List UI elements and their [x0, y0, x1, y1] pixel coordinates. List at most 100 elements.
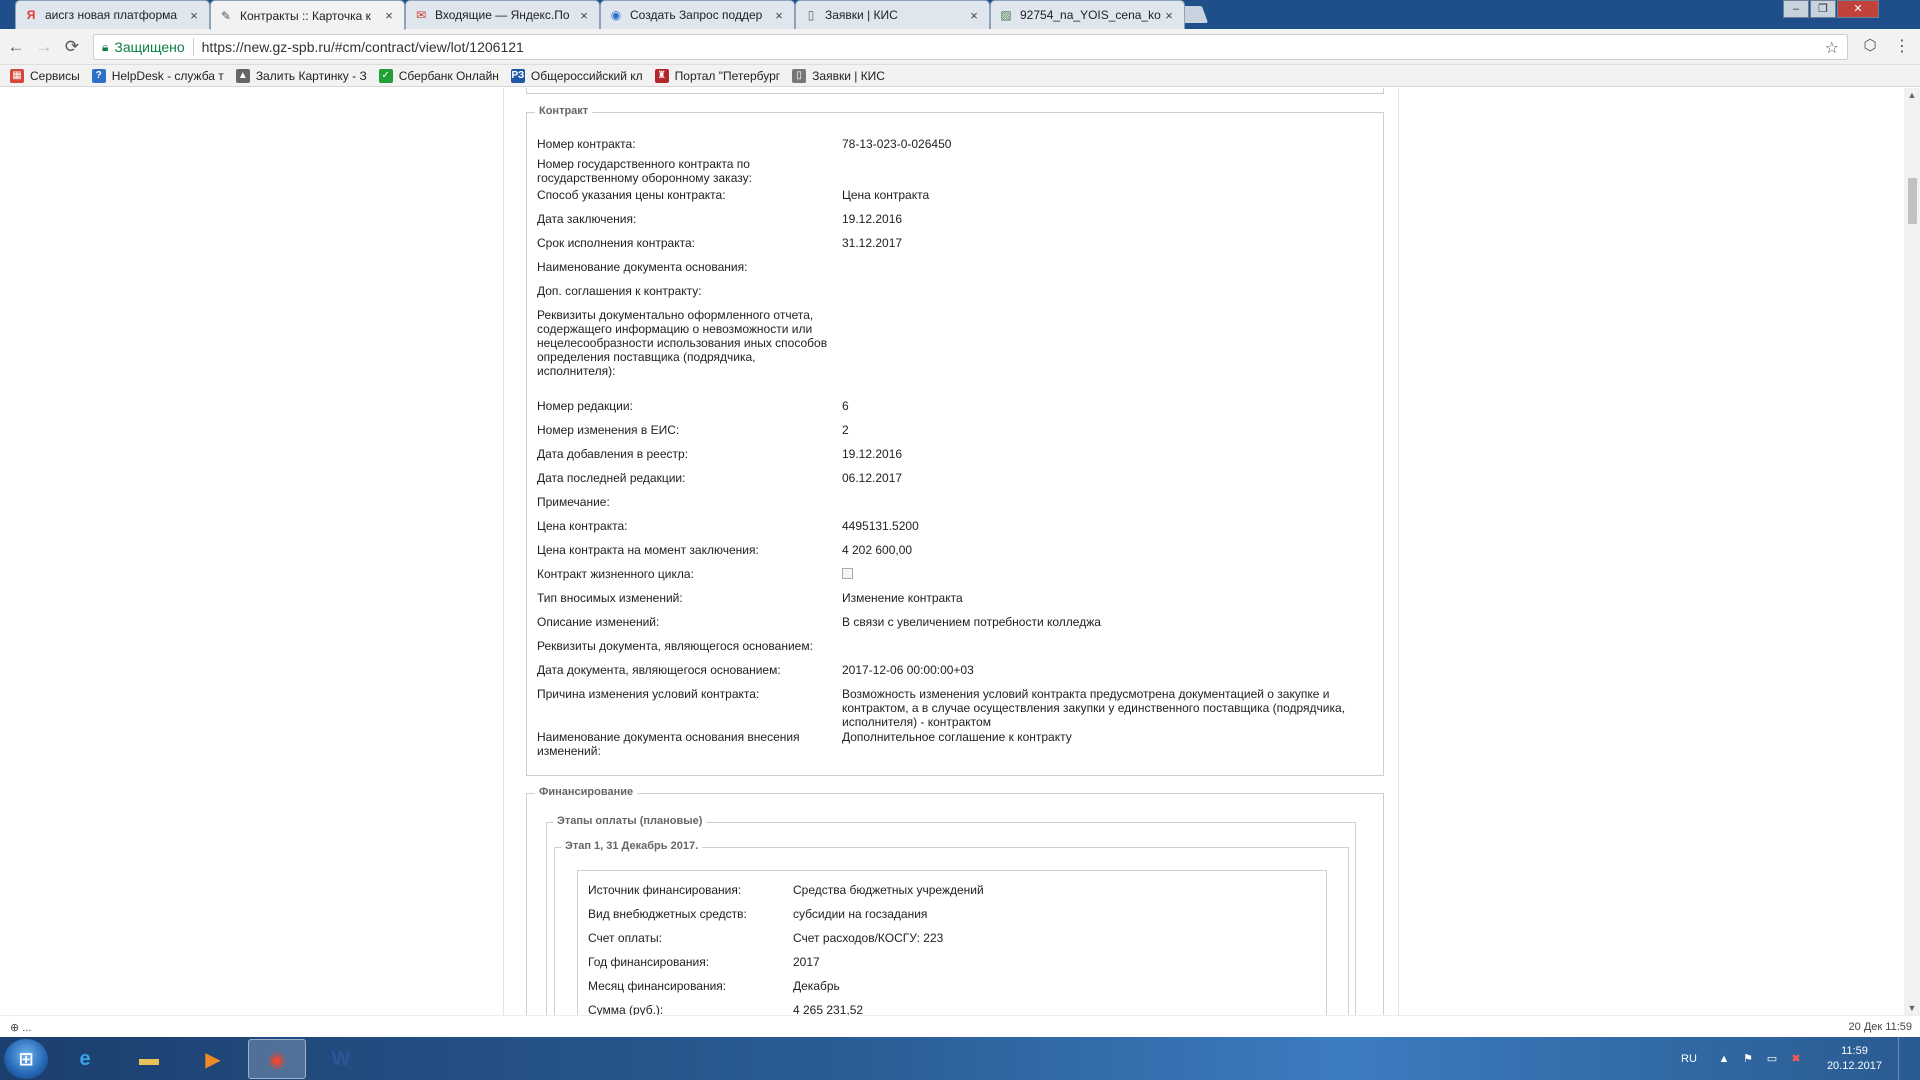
field-value: Возможность изменения условий контракта …: [842, 687, 1346, 729]
field-label: Цена контракта на момент заключения:: [537, 543, 759, 557]
tab-5[interactable]: ▨ 92754_na_YOIS_cena_ko ×: [990, 0, 1185, 29]
lifecycle-checkbox[interactable]: [842, 568, 853, 579]
close-window-button[interactable]: ✕: [1837, 0, 1879, 18]
field-label: Номер редакции:: [537, 399, 633, 413]
start-button[interactable]: ⊞: [4, 1039, 48, 1079]
field-label: Месяц финансирования:: [588, 979, 727, 993]
separator: [192, 38, 194, 56]
back-button[interactable]: ←: [6, 37, 26, 57]
media-player-icon[interactable]: ▶: [184, 1039, 242, 1079]
bookmark-star-icon[interactable]: ☆: [1825, 38, 1839, 58]
tab-3[interactable]: ◉ Создать Запрос поддер ×: [600, 0, 795, 29]
status-right-text: 20 Дек 11:59: [1848, 1021, 1912, 1033]
page-viewport: Контракт Номер контракта: 78-13-023-0-026…: [0, 88, 1904, 1015]
tab-strip: – ❐ ✕ Яаисгз новая платформа × ✎ Контракты …: [0, 0, 1920, 30]
show-desktop-button[interactable]: [1898, 1037, 1910, 1080]
network-icon[interactable]: ▭: [1765, 1052, 1779, 1065]
coat-of-arms-icon: ♜: [654, 68, 669, 83]
scroll-thumb[interactable]: [1908, 178, 1917, 224]
field-value: Дополнительное соглашение к контракту: [842, 730, 1072, 744]
forward-button[interactable]: →: [34, 37, 54, 57]
field-label: Доп. соглашения к контракту:: [537, 284, 702, 298]
image-icon: ▨: [1000, 8, 1012, 22]
page-scrollbar[interactable]: ▲ ▼: [1904, 88, 1920, 1015]
field-label: Сумма (руб.):: [588, 1003, 664, 1015]
tab-close-icon[interactable]: ×: [382, 8, 396, 23]
scroll-down-icon[interactable]: ▼: [1904, 1001, 1920, 1015]
secure-label: Защищено: [114, 39, 185, 55]
bookmark-item[interactable]: РЗ Общероссийский кл: [510, 68, 643, 83]
tools-icon: ✎: [220, 8, 232, 23]
contract-row: Тип вносимых изменений: Изменение контрак…: [537, 591, 1377, 605]
field-label: Цена контракта:: [537, 519, 628, 533]
payment-stages-fieldset: Этапы оплаты (плановые) Этап 1, 31 Декаб…: [546, 815, 1356, 1015]
contract-row: Наименование документа основания:: [537, 260, 1377, 274]
contract-row: Способ указания цены контракта: Цена конт…: [537, 188, 1377, 202]
field-label: Срок исполнения контракта:: [537, 236, 695, 250]
chrome-icon[interactable]: ◉: [248, 1039, 306, 1079]
field-label: Наименование документа основания внесени…: [537, 730, 800, 758]
ie-icon[interactable]: e: [56, 1039, 114, 1079]
field-value: 4 202 600,00: [842, 543, 913, 557]
contract-row: Номер контракта: 78-13-023-0-026450: [537, 137, 1377, 151]
bookmark-item[interactable]: ♜ Портал "Петербург: [654, 68, 780, 83]
url-text: https://new.gz-spb.ru/#cm/contract/view/…: [201, 39, 524, 55]
contract-row: Доп. соглашения к контракту:: [537, 284, 1377, 298]
mail-icon: ✉: [415, 8, 427, 22]
field-label: Тип вносимых изменений:: [537, 591, 683, 605]
tab-2[interactable]: ✉ Входящие — Яндекс.По ×: [405, 0, 600, 29]
tab-close-icon[interactable]: ×: [967, 8, 981, 23]
field-label: Наименование документа основания:: [537, 260, 748, 274]
contract-row: Номер государственного контракта по госу…: [537, 157, 1377, 185]
maximize-button[interactable]: ❐: [1810, 0, 1836, 18]
tab-close-icon[interactable]: ×: [772, 8, 786, 23]
stage-fieldset: Этап 1, 31 Декабрь 2017. Источник финанс…: [554, 840, 1349, 1015]
word-icon[interactable]: W: [312, 1039, 370, 1079]
volume-muted-icon[interactable]: ✖: [1789, 1052, 1803, 1065]
toolbar: ← → ⟳ 🔒︎ Защищено https://new.gz-spb.ru/…: [0, 29, 1920, 65]
field-label: Контракт жизненного цикла:: [537, 567, 694, 581]
page-icon: ▯: [807, 8, 815, 22]
contract-row: Срок исполнения контракта: 31.12.2017: [537, 236, 1377, 250]
yandex-icon: Я: [26, 8, 36, 22]
field-label: Номер изменения в ЕИС:: [537, 423, 680, 437]
contract-row: Дата последней редакции: 06.12.2017: [537, 471, 1377, 485]
financing-row: Счет оплаты: Счет расходов/КОСГУ: 223: [588, 931, 1318, 945]
bookmark-item[interactable]: ? HelpDesk - служба т: [91, 68, 224, 83]
classifier-icon: РЗ: [510, 68, 525, 83]
chrome-menu-icon[interactable]: ⋮: [1894, 36, 1910, 56]
tab-label: Заявки | КИС: [825, 8, 898, 22]
tab-0[interactable]: Яаисгз новая платформа ×: [15, 0, 210, 29]
tab-close-icon[interactable]: ×: [577, 8, 591, 23]
scroll-up-icon[interactable]: ▲: [1904, 88, 1920, 102]
tab-close-icon[interactable]: ×: [1162, 8, 1176, 23]
action-center-flag-icon[interactable]: ⚑: [1741, 1052, 1755, 1065]
explorer-folder-icon[interactable]: ▬: [120, 1039, 178, 1079]
bookmark-item[interactable]: ▲ Залить Картинку - З: [235, 68, 367, 83]
contract-row: Цена контракта на момент заключения: 4 20…: [537, 543, 1377, 557]
field-label: Реквизиты документально оформленного отч…: [537, 308, 828, 378]
clock[interactable]: 11:59 20.12.2017: [1827, 1044, 1882, 1074]
payment-stages-legend: Этапы оплаты (плановые): [553, 815, 707, 827]
address-bar[interactable]: 🔒︎ Защищено https://new.gz-spb.ru/#cm/co…: [93, 34, 1848, 60]
field-value: 2: [842, 423, 849, 437]
extension-icon[interactable]: ⬡: [1860, 36, 1880, 56]
field-label: Дата документа, являющегося основанием:: [537, 663, 781, 677]
bookmark-item[interactable]: ✓ Сбербанк Онлайн: [378, 68, 499, 83]
tab-1[interactable]: ✎ Контракты :: Карточка к ×: [210, 0, 405, 30]
contract-row: Дата заключения: 19.12.2016: [537, 212, 1377, 226]
field-value: Средства бюджетных учреждений: [793, 883, 984, 897]
tab-4[interactable]: ▯ Заявки | КИС ×: [795, 0, 990, 29]
bookmark-item[interactable]: ▦ Сервисы: [10, 68, 80, 83]
status-left-text: ⊕ ...: [10, 1022, 32, 1034]
field-label: Дата последней редакции:: [537, 471, 686, 485]
reload-button[interactable]: ⟳: [62, 37, 82, 57]
field-value: 2017-12-06 00:00:00+03: [842, 663, 974, 677]
tab-close-icon[interactable]: ×: [187, 8, 201, 23]
minimize-button[interactable]: –: [1783, 0, 1809, 18]
tray-expand-icon[interactable]: ▲: [1717, 1053, 1731, 1065]
language-indicator[interactable]: RU: [1681, 1053, 1697, 1065]
bookmark-label: Заявки | КИС: [812, 68, 885, 83]
bookmark-item[interactable]: ▯ Заявки | КИС: [792, 68, 885, 83]
contract-row: Цена контракта: 4495131.5200: [537, 519, 1377, 533]
